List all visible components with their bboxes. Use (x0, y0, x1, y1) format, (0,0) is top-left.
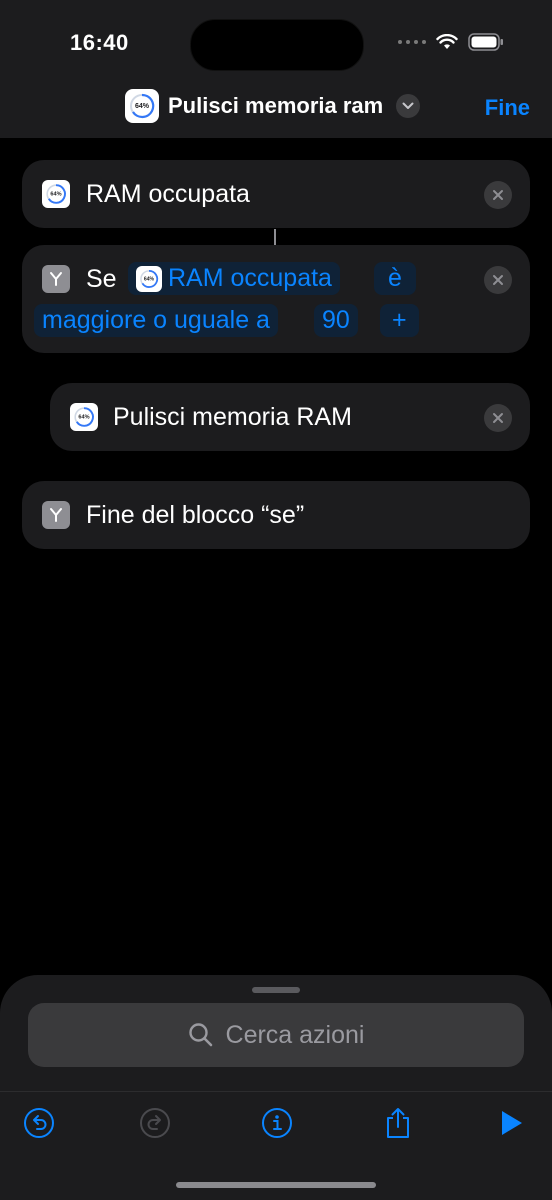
app-icon-percent: 64% (144, 276, 155, 282)
action-label: Pulisci memoria RAM (113, 403, 352, 431)
share-button[interactable] (381, 1106, 415, 1140)
search-actions-field[interactable]: Cerca azioni (28, 1003, 524, 1067)
ram-app-icon: 64% (70, 403, 98, 431)
condition-branch-icon (42, 265, 70, 293)
variable-token-ram-used[interactable]: 64% RAM occupata (128, 262, 340, 295)
info-button[interactable] (260, 1106, 294, 1140)
undo-button[interactable] (22, 1106, 56, 1140)
sheet-grabber[interactable] (252, 987, 300, 993)
run-button[interactable] (494, 1106, 528, 1140)
action-card-end-if[interactable]: Fine del blocco “se” (22, 481, 530, 549)
wifi-icon (436, 34, 458, 49)
remove-action-icon[interactable] (484, 404, 512, 432)
redo-icon (140, 1108, 170, 1138)
dynamic-island (190, 19, 364, 71)
page-title: Pulisci memoria ram (168, 93, 384, 118)
action-label: Fine del blocco “se” (86, 501, 305, 529)
condition-branch-icon (42, 501, 70, 529)
verb-token[interactable]: è (374, 262, 416, 295)
variable-label: RAM occupata (168, 264, 332, 292)
ram-app-icon: 64% (125, 89, 159, 123)
battery-icon (468, 33, 503, 51)
app-icon-percent: 64% (78, 415, 89, 421)
home-indicator (176, 1182, 376, 1188)
play-icon (502, 1111, 522, 1135)
status-time: 16:40 (70, 30, 129, 55)
chevron-down-icon[interactable] (396, 94, 421, 118)
remove-action-icon[interactable] (484, 181, 512, 209)
action-card-ram-used[interactable]: 64% RAM occupata (22, 160, 530, 228)
add-condition-button[interactable]: + (380, 304, 419, 337)
cellular-signal-icon (398, 40, 426, 44)
ram-app-icon: 64% (136, 265, 162, 292)
if-keyword: Se (86, 265, 117, 293)
action-label: RAM occupata (86, 180, 250, 208)
toolbar-divider (0, 1091, 552, 1092)
operator-token[interactable]: maggiore o uguale a (34, 304, 278, 337)
search-icon (188, 1023, 212, 1047)
info-icon (262, 1108, 292, 1138)
share-icon (387, 1108, 409, 1138)
action-card-if[interactable]: Se 64% RAM occupata è maggiore o uguale … (22, 245, 530, 353)
redo-button[interactable] (138, 1106, 172, 1140)
app-icon-percent: 64% (135, 103, 150, 110)
action-connector (274, 229, 276, 245)
remove-action-icon[interactable] (484, 266, 512, 294)
action-card-clean-ram[interactable]: 64% Pulisci memoria RAM (50, 383, 530, 451)
status-icons (398, 33, 504, 51)
value-token[interactable]: 90 (314, 304, 358, 337)
search-placeholder: Cerca azioni (225, 1020, 365, 1049)
undo-icon (24, 1108, 54, 1138)
ram-app-icon: 64% (42, 180, 70, 208)
app-icon-percent: 64% (50, 192, 61, 198)
done-button[interactable]: Fine (485, 95, 530, 121)
shortcut-title-button[interactable]: 64% Pulisci memoria ram (125, 89, 421, 123)
